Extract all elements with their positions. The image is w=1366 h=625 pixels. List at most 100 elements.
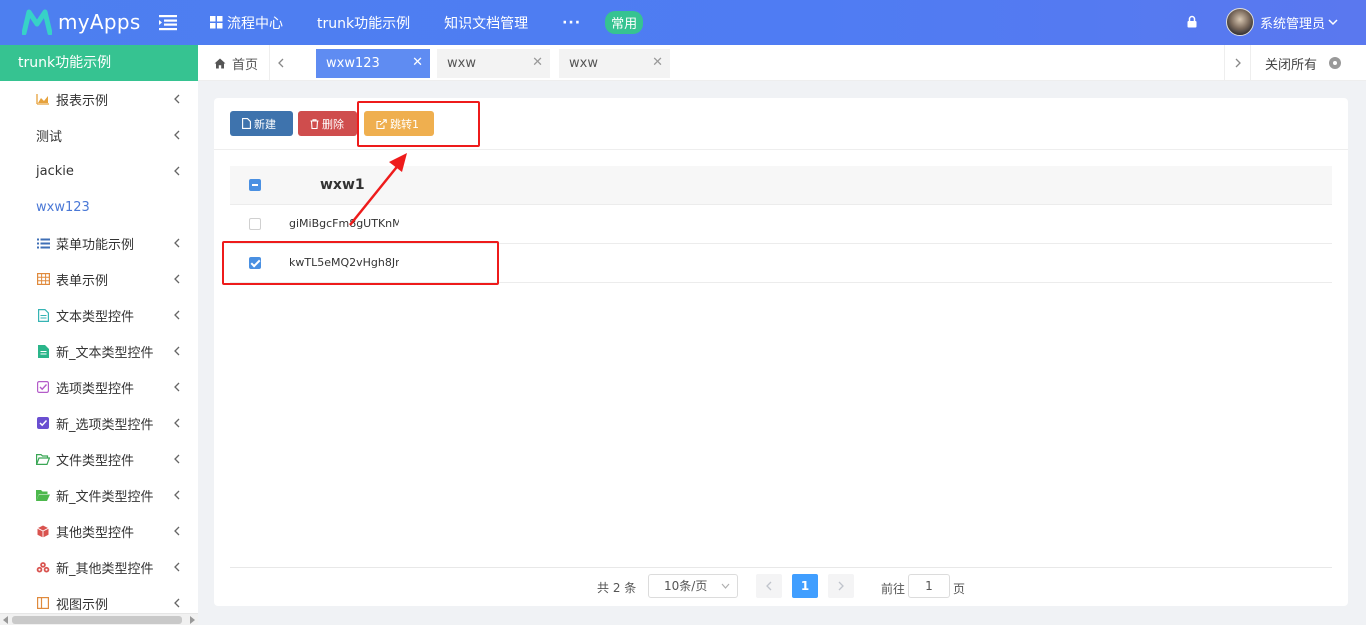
- divider: [230, 567, 1332, 568]
- chevron-left-icon: [174, 346, 180, 356]
- view-icon: [36, 596, 50, 610]
- sidebar-item-label: wxw123: [36, 199, 90, 215]
- page-number-button[interactable]: 1: [792, 574, 818, 598]
- checkbox-icon: [36, 380, 50, 394]
- sidebar-item-label: 新_文本类型控件: [56, 345, 154, 361]
- goto-page-input[interactable]: [908, 574, 950, 598]
- chevron-left-icon: [174, 598, 180, 608]
- sidebar-menu: 报表示例 测试 jackie wxw123 菜单功能示例 表单示例 文本类型控件: [0, 81, 198, 621]
- chevron-left-icon: [174, 94, 180, 104]
- grid-icon: [210, 16, 223, 29]
- doc-fill-icon: [36, 344, 50, 358]
- sidebar-item-file-controls[interactable]: 文件类型控件: [0, 441, 198, 477]
- table-row[interactable]: kwTL5eMQ2vHgh8Jn: [230, 244, 1332, 283]
- tab-home-label: 首页: [232, 57, 259, 73]
- scrollbar-thumb[interactable]: [12, 616, 182, 624]
- page-size-value: 10条/页: [664, 579, 708, 593]
- table-cell[interactable]: giMiBgcFm8gUTKnM: [289, 217, 399, 230]
- lock-icon[interactable]: [1187, 15, 1197, 28]
- page-size-select[interactable]: 10条/页: [648, 574, 738, 598]
- sidebar-item-option-controls[interactable]: 选项类型控件: [0, 369, 198, 405]
- tabs-scroll-left-button[interactable]: [270, 45, 292, 81]
- doc-icon: [36, 308, 50, 322]
- tab-wxw[interactable]: wxw ✕: [437, 49, 550, 78]
- sidebar-horizontal-scrollbar[interactable]: [0, 613, 198, 625]
- chevron-down-icon: [1328, 19, 1338, 26]
- common-pill: 常用: [605, 11, 644, 34]
- chart-icon: [36, 92, 50, 106]
- scroll-left-arrow[interactable]: [3, 616, 8, 624]
- new-button[interactable]: 新建: [230, 111, 293, 136]
- prev-page-button[interactable]: [756, 574, 782, 598]
- tab-label: wxw: [569, 56, 598, 71]
- jump-button[interactable]: 跳转1: [364, 111, 434, 136]
- topnav-item-process-center[interactable]: 流程中心: [210, 13, 283, 33]
- trash-icon: [310, 118, 319, 129]
- sidebar-item-jackie[interactable]: jackie: [0, 153, 198, 189]
- share-icon: [376, 118, 387, 129]
- scroll-right-arrow[interactable]: [190, 616, 195, 624]
- user-name: 系统管理员: [1260, 16, 1326, 32]
- more-menu-button[interactable]: ···: [562, 15, 581, 31]
- row-checkbox[interactable]: [249, 218, 261, 230]
- tabs-scroll-right-button[interactable]: [1224, 45, 1250, 81]
- top-navbar: myApps 流程中心 trunk功能示例 知识文档管理 ··· 常用 系统管理…: [0, 0, 1366, 45]
- sidebar-item-label: 其他类型控件: [56, 525, 135, 541]
- chevron-left-icon: [174, 166, 180, 176]
- sidebar-item-label: jackie: [36, 163, 74, 179]
- topnav-item-label: 流程中心: [227, 15, 283, 32]
- menu-fold-icon[interactable]: [158, 13, 178, 31]
- sidebar-item-text-controls[interactable]: 文本类型控件: [0, 297, 198, 333]
- topnav-common[interactable]: 常用: [605, 11, 644, 34]
- data-table: wxw1 giMiBgcFm8gUTKnM kwTL5eMQ2vHgh8Jn: [230, 166, 1332, 283]
- sidebar-item-other-controls[interactable]: 其他类型控件: [0, 513, 198, 549]
- cubes-icon: [36, 560, 50, 574]
- close-all-label: 关闭所有: [1265, 57, 1318, 73]
- toolbar: 新建 删除 跳转1: [214, 98, 1348, 150]
- chevron-left-icon: [174, 382, 180, 392]
- app-logo[interactable]: myApps: [22, 9, 141, 35]
- sidebar-item-new-text-controls[interactable]: 新_文本类型控件: [0, 333, 198, 369]
- table-header: wxw1: [230, 166, 1332, 205]
- sidebar-item-report[interactable]: 报表示例: [0, 81, 198, 117]
- topnav-item-label: 知识文档管理: [444, 15, 529, 32]
- sidebar-item-menu-demo[interactable]: 菜单功能示例: [0, 225, 198, 261]
- sidebar-item-form-demo[interactable]: 表单示例: [0, 261, 198, 297]
- chevron-down-icon: [721, 583, 730, 589]
- user-menu[interactable]: 系统管理员: [1226, 8, 1338, 36]
- sidebar-item-label: 视图示例: [56, 597, 109, 613]
- topnav-item-knowledge-docs[interactable]: 知识文档管理: [444, 13, 528, 33]
- avatar: [1226, 8, 1254, 36]
- pagination-total: 共 2 条: [597, 581, 637, 595]
- next-page-button[interactable]: [828, 574, 854, 598]
- row-checkbox[interactable]: [249, 257, 261, 269]
- sidebar-item-label: 测试: [36, 129, 63, 145]
- sidebar-item-wxw123[interactable]: wxw123: [0, 189, 198, 225]
- sidebar-item-new-file-controls[interactable]: 新_文件类型控件: [0, 477, 198, 513]
- chevron-left-icon: [174, 526, 180, 536]
- tab-label: wxw123: [326, 56, 380, 71]
- tab-home[interactable]: 首页: [198, 45, 270, 81]
- sidebar-item-new-option-controls[interactable]: 新_选项类型控件: [0, 405, 198, 441]
- main-panel: 新建 删除 跳转1 wxw1 giMiBgcFm8gUTKnM kwTL5eMQ…: [214, 98, 1348, 606]
- sidebar-item-test[interactable]: 测试: [0, 117, 198, 153]
- table-row[interactable]: giMiBgcFm8gUTKnM: [230, 205, 1332, 244]
- delete-button[interactable]: 删除: [298, 111, 357, 136]
- close-icon[interactable]: ✕: [652, 56, 663, 70]
- table-cell[interactable]: kwTL5eMQ2vHgh8Jn: [289, 256, 399, 269]
- close-icon[interactable]: ✕: [412, 56, 423, 70]
- tab-wxw123[interactable]: wxw123 ✕: [316, 49, 430, 78]
- column-header-wxw1[interactable]: wxw1: [320, 177, 365, 193]
- new-button-label: 新建: [254, 117, 276, 131]
- sidebar-item-label: 新_其他类型控件: [56, 561, 154, 577]
- folder-open-icon: [36, 452, 50, 466]
- sidebar-item-new-other-controls[interactable]: 新_其他类型控件: [0, 549, 198, 585]
- chevron-left-icon: [174, 238, 180, 248]
- close-all-tabs-button[interactable]: 关闭所有: [1250, 45, 1366, 81]
- sidebar-title: trunk功能示例: [0, 45, 198, 81]
- close-icon[interactable]: ✕: [532, 56, 543, 70]
- app-name: myApps: [58, 10, 141, 34]
- tab-wxw-2[interactable]: wxw ✕: [559, 49, 670, 78]
- select-all-checkbox[interactable]: [249, 179, 261, 191]
- topnav-item-trunk[interactable]: trunk功能示例: [317, 13, 410, 33]
